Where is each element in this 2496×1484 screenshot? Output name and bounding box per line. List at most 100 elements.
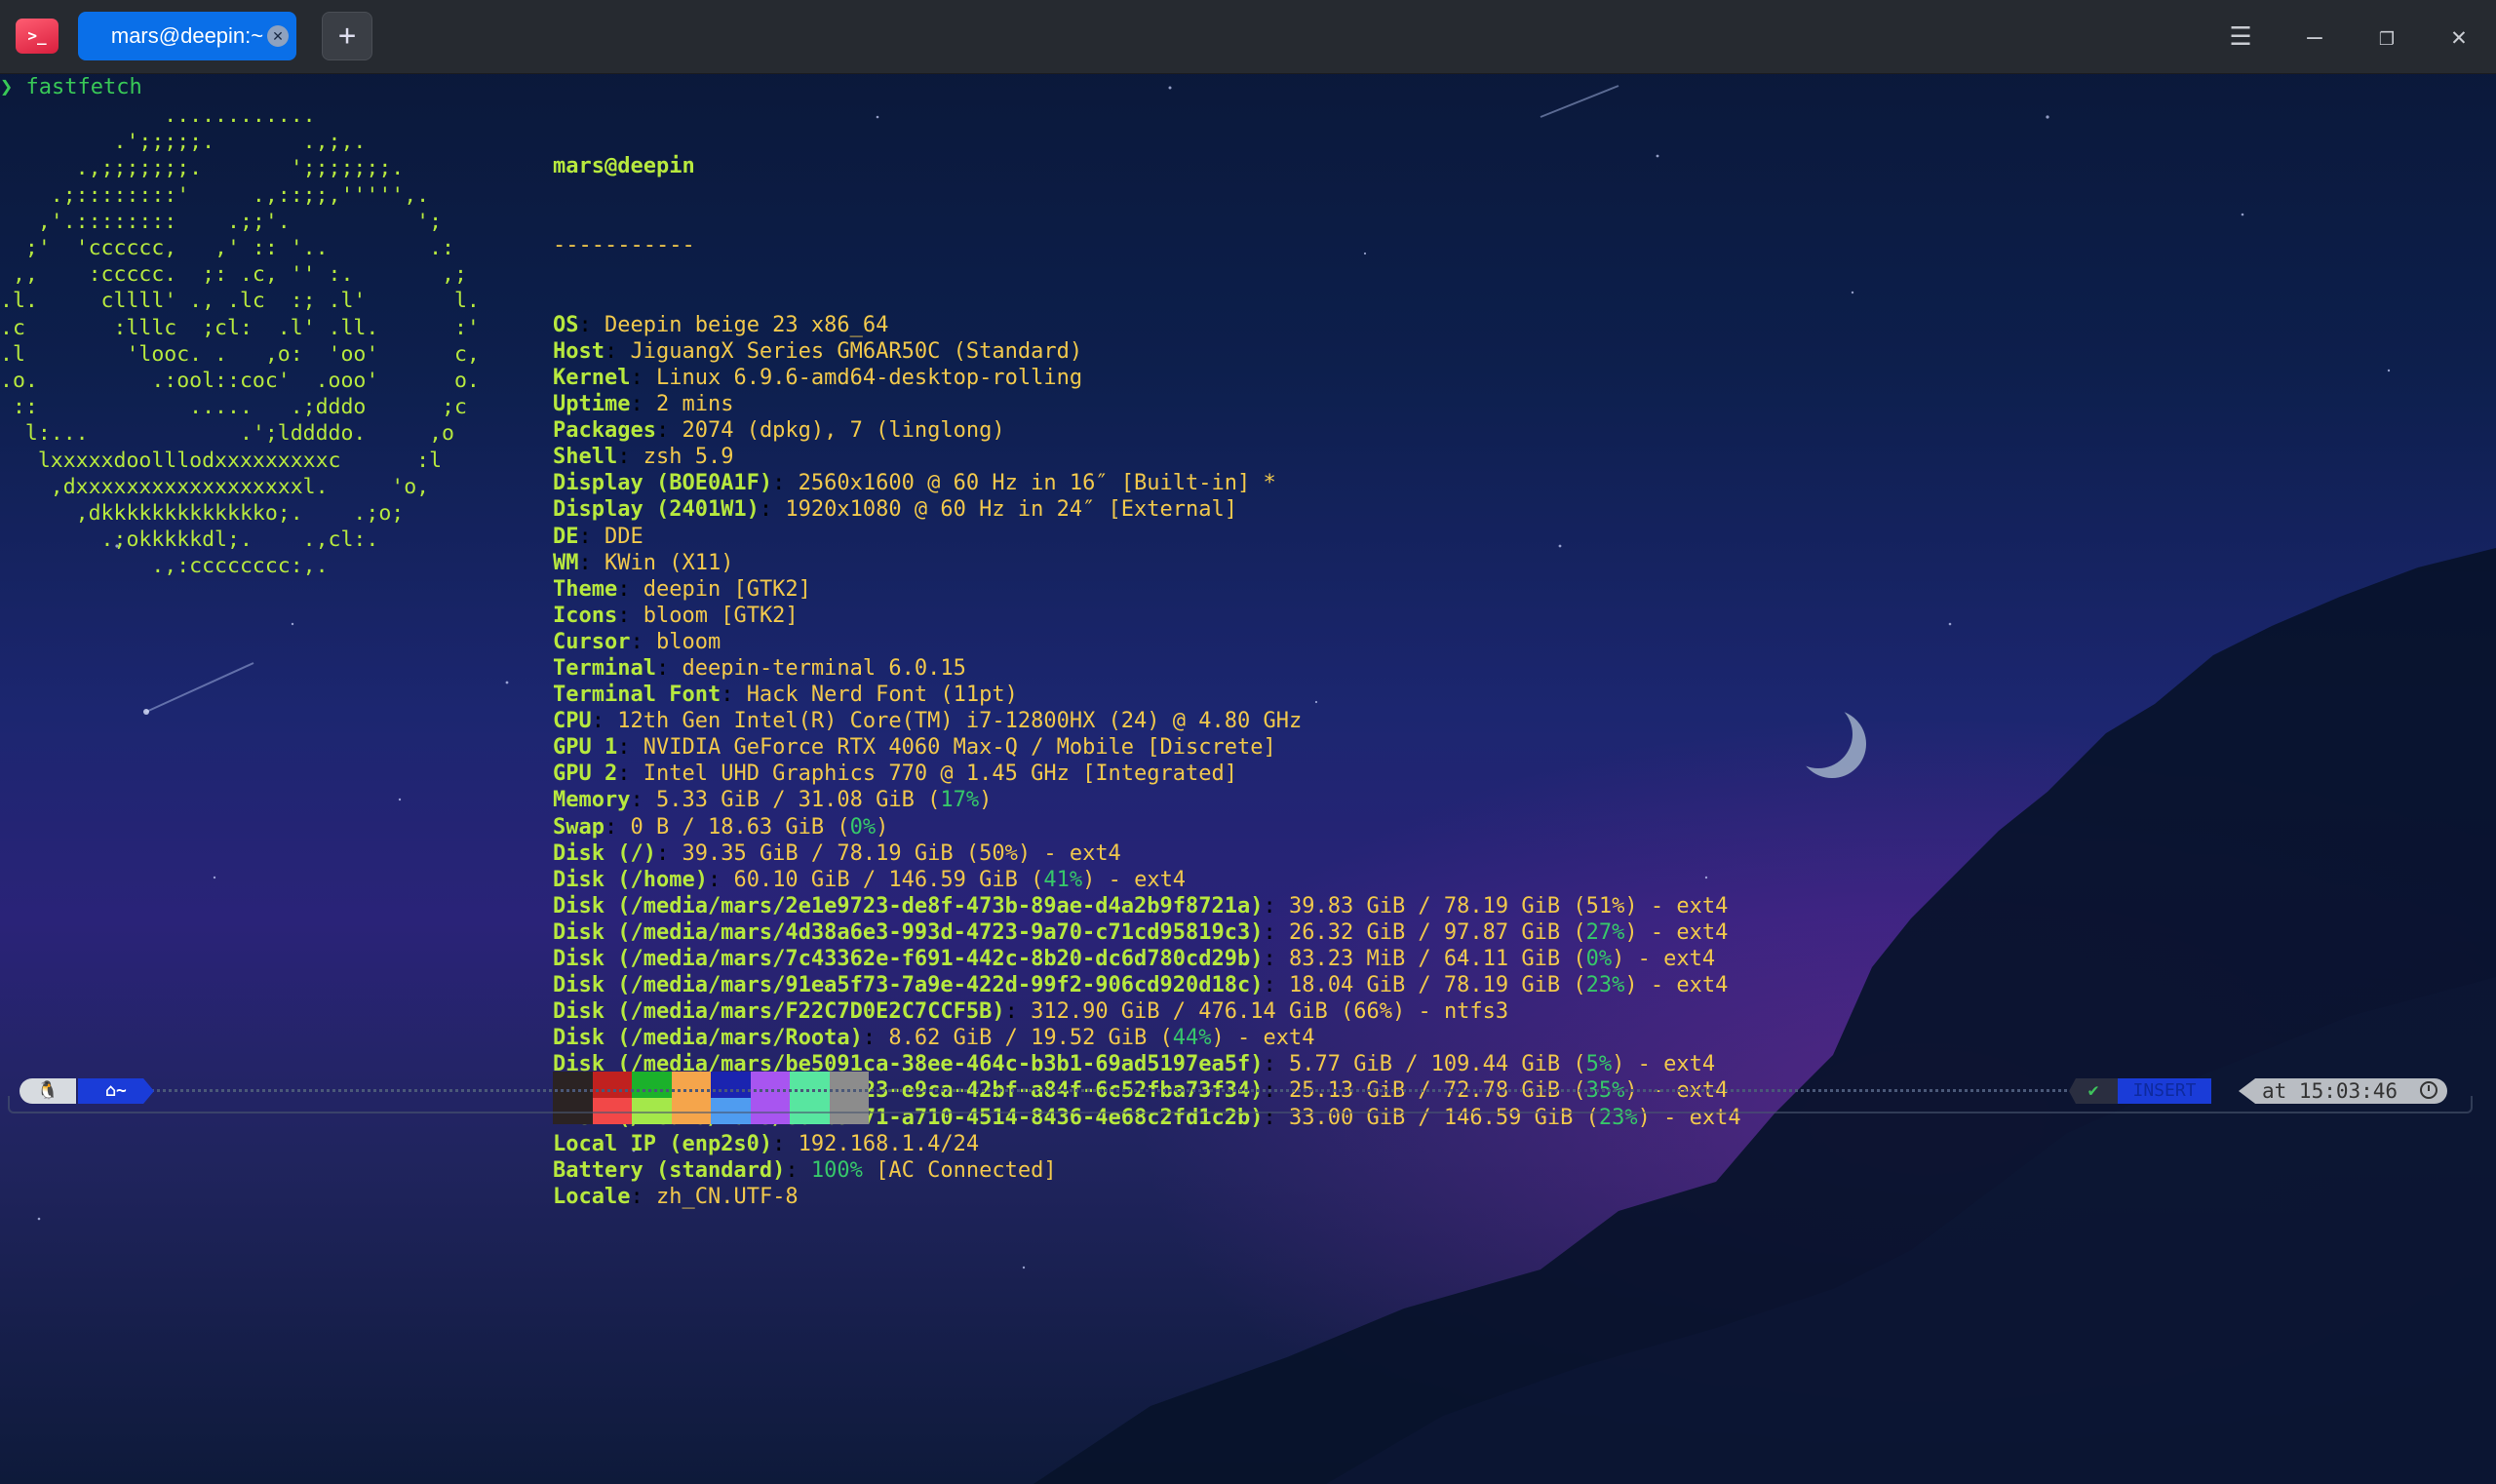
info-line: Display (BOE0A1F): 2560x1600 @ 60 Hz in … — [553, 471, 1276, 496]
status-ok: ✔ — [2069, 1078, 2118, 1104]
info-key: Display (BOE0A1F) — [553, 471, 773, 496]
info-line: Terminal: deepin-terminal 6.0.15 — [553, 655, 966, 681]
info-percent: 23% — [1585, 973, 1625, 998]
info-value: JiguangX Series GM6AR50C (Standard) — [630, 338, 1083, 364]
info-value: ) — [979, 788, 993, 813]
info-line: Locale: zh_CN.UTF-8 — [553, 1184, 799, 1209]
info-value: 2560x1600 @ 60 Hz in 16″ [Built-in] * — [798, 471, 1276, 496]
info-key: Memory — [553, 788, 631, 813]
logo-line: ;' 'cccccc, ,' :: '.. .: — [0, 236, 454, 261]
info-value: Linux 6.9.6-amd64-desktop-rolling — [655, 365, 1083, 390]
info-value: KWin (X11) — [604, 550, 734, 575]
logo-line: ,'.:::::::: .;;'. '; — [0, 209, 443, 234]
info-percent: 5% — [1585, 1052, 1613, 1077]
tab-close-icon[interactable]: ✕ — [267, 25, 289, 47]
info-value: 83.23 MiB / 64.11 GiB ( — [1288, 947, 1586, 971]
dir-text: ~ — [116, 1080, 127, 1101]
info-key: Disk (/) — [553, 840, 656, 866]
info-value: ) - ext4 — [1211, 1026, 1315, 1051]
terminal-area[interactable]: ❯ fastfetch ............ .';;;;;. .,;,. … — [0, 73, 2496, 1484]
logo-line: .l. cllll' ., .lc :; .l' l. — [0, 289, 480, 314]
info-line: Display (2401W1): 1920x1080 @ 60 Hz in 2… — [553, 497, 1238, 523]
palette-swatch — [829, 1072, 869, 1098]
logo-line: .l 'looc. . ,o: 'oo' c, — [0, 341, 480, 367]
info-line: Swap: 0 B / 18.63 GiB (0%) — [553, 814, 889, 840]
palette-swatch — [671, 1072, 711, 1098]
restore-icon[interactable]: ❐ — [2367, 18, 2406, 57]
info-value: bloom [GTK2] — [643, 603, 799, 628]
info-line: Kernel: Linux 6.9.6-amd64-desktop-rollin… — [553, 365, 1083, 390]
info-key: Local IP (enp2s0) — [553, 1131, 773, 1156]
info-line: Disk (/media/mars/F22C7D0E2C7CCF5B): 312… — [553, 999, 1509, 1025]
deepin-ascii-logo: ............ .';;;;;. .,;,. .,;;;;;;;. '… — [0, 102, 480, 580]
info-value: ) - ext4 — [1624, 919, 1729, 945]
separator-line: ----------- — [553, 233, 695, 258]
info-value: ) - ext4 — [1612, 947, 1716, 971]
tab-terminal[interactable]: mars@deepin:~ ✕ — [78, 12, 296, 60]
info-percent: 17% — [940, 788, 980, 813]
info-value: Intel UHD Graphics 770 @ 1.45 GHz [Integ… — [643, 762, 1238, 787]
minimize-icon[interactable]: — — [2295, 18, 2334, 57]
info-key: Terminal Font — [553, 683, 722, 708]
info-value: ) — [876, 814, 889, 840]
linux-penguin-icon: 🐧 — [20, 1078, 76, 1104]
info-key: Battery (standard) — [553, 1157, 786, 1183]
info-line: Host: JiguangX Series GM6AR50C (Standard… — [553, 338, 1083, 364]
info-key: WM — [553, 550, 579, 575]
info-percent: 27% — [1585, 919, 1625, 945]
info-key: Disk (/media/mars/2e1e9723-de8f-473b-89a… — [553, 893, 1264, 918]
new-tab-button[interactable]: + — [322, 12, 372, 60]
info-value: 192.168.1.4/24 — [798, 1131, 980, 1156]
info-value: 60.10 GiB / 146.59 GiB ( — [733, 867, 1044, 892]
info-line: OS: Deepin beige 23 x86_64 — [553, 312, 889, 337]
palette-swatch — [711, 1072, 751, 1098]
info-key: Disk (/media/mars/F22C7D0E2C7CCF5B) — [553, 999, 1005, 1025]
info-value: DDE — [604, 524, 644, 549]
logo-line: lxxxxxdoolllodxxxxxxxxxc :l — [0, 448, 443, 473]
info-line: Disk (/media/mars/91ea5f73-7a9e-422d-99f… — [553, 973, 1729, 998]
terminal-app-icon[interactable]: >_ — [16, 19, 58, 54]
info-line: WM: KWin (X11) — [553, 550, 734, 575]
info-percent: 100% — [810, 1157, 863, 1183]
info-value: Hack Nerd Font (11pt) — [746, 683, 1018, 708]
info-line: GPU 2: Intel UHD Graphics 770 @ 1.45 GHz… — [553, 762, 1238, 787]
hamburger-icon[interactable]: ☰ — [2221, 18, 2260, 57]
info-value: 39.35 GiB / 78.19 GiB (50%) - ext4 — [682, 840, 1121, 866]
system-info: mars@deepin ----------- OS: Deepin beige… — [553, 100, 1741, 1210]
info-line: Shell: zsh 5.9 — [553, 445, 734, 470]
info-line: Local IP (enp2s0): 192.168.1.4/24 — [553, 1131, 980, 1156]
info-line: Icons: bloom [GTK2] — [553, 603, 799, 628]
info-value: 26.32 GiB / 97.87 GiB ( — [1288, 919, 1586, 945]
info-line: Disk (/): 39.35 GiB / 78.19 GiB (50%) - … — [553, 840, 1121, 866]
info-key: Disk (/media/mars/4d38a6e3-993d-4723-9a7… — [553, 919, 1264, 945]
logo-line: .,:cccccccc:,. — [0, 554, 329, 579]
info-key: Disk (/home) — [553, 867, 708, 892]
info-line: Battery (standard): 100% [AC Connected] — [553, 1157, 1057, 1183]
info-value: NVIDIA GeForce RTX 4060 Max-Q / Mobile [… — [643, 735, 1276, 761]
close-icon[interactable]: ✕ — [2439, 18, 2478, 57]
info-line: GPU 1: NVIDIA GeForce RTX 4060 Max-Q / M… — [553, 735, 1276, 761]
info-key: Theme — [553, 576, 618, 602]
info-value: 18.04 GiB / 78.19 GiB ( — [1288, 973, 1586, 998]
info-value: 312.90 GiB / 476.14 GiB (66%) - ntfs3 — [1031, 999, 1509, 1025]
prompt-dir: ⌂~ — [78, 1078, 154, 1104]
info-key: Disk (/media/mars/Roota) — [553, 1026, 863, 1051]
info-key: Cursor — [553, 629, 631, 654]
info-line: Terminal Font: Hack Nerd Font (11pt) — [553, 683, 1018, 708]
info-key: CPU — [553, 709, 592, 734]
info-value: zh_CN.UTF-8 — [655, 1184, 799, 1209]
info-value: 2074 (dpkg), 7 (linglong) — [682, 418, 1005, 444]
palette-swatch — [790, 1072, 830, 1098]
info-value: 12th Gen Intel(R) Core(TM) i7-12800HX (2… — [617, 709, 1303, 734]
time-text: at 15:03:46 — [2262, 1079, 2398, 1103]
info-value: 1920x1080 @ 60 Hz in 24″ [External] — [785, 497, 1238, 523]
info-key: Uptime — [553, 392, 631, 417]
info-line: Disk (/media/mars/Roota): 8.62 GiB / 19.… — [553, 1026, 1315, 1051]
prompt-time: at 15:03:46 — [2239, 1078, 2447, 1104]
info-percent: 0% — [849, 814, 877, 840]
info-value: 8.62 GiB / 19.52 GiB ( — [888, 1026, 1173, 1051]
info-line: Disk (/media/mars/7c43362e-f691-442c-8b2… — [553, 947, 1716, 971]
info-value: zsh 5.9 — [643, 445, 734, 470]
palette-swatch — [750, 1072, 790, 1098]
home-icon: ⌂ — [105, 1080, 116, 1101]
